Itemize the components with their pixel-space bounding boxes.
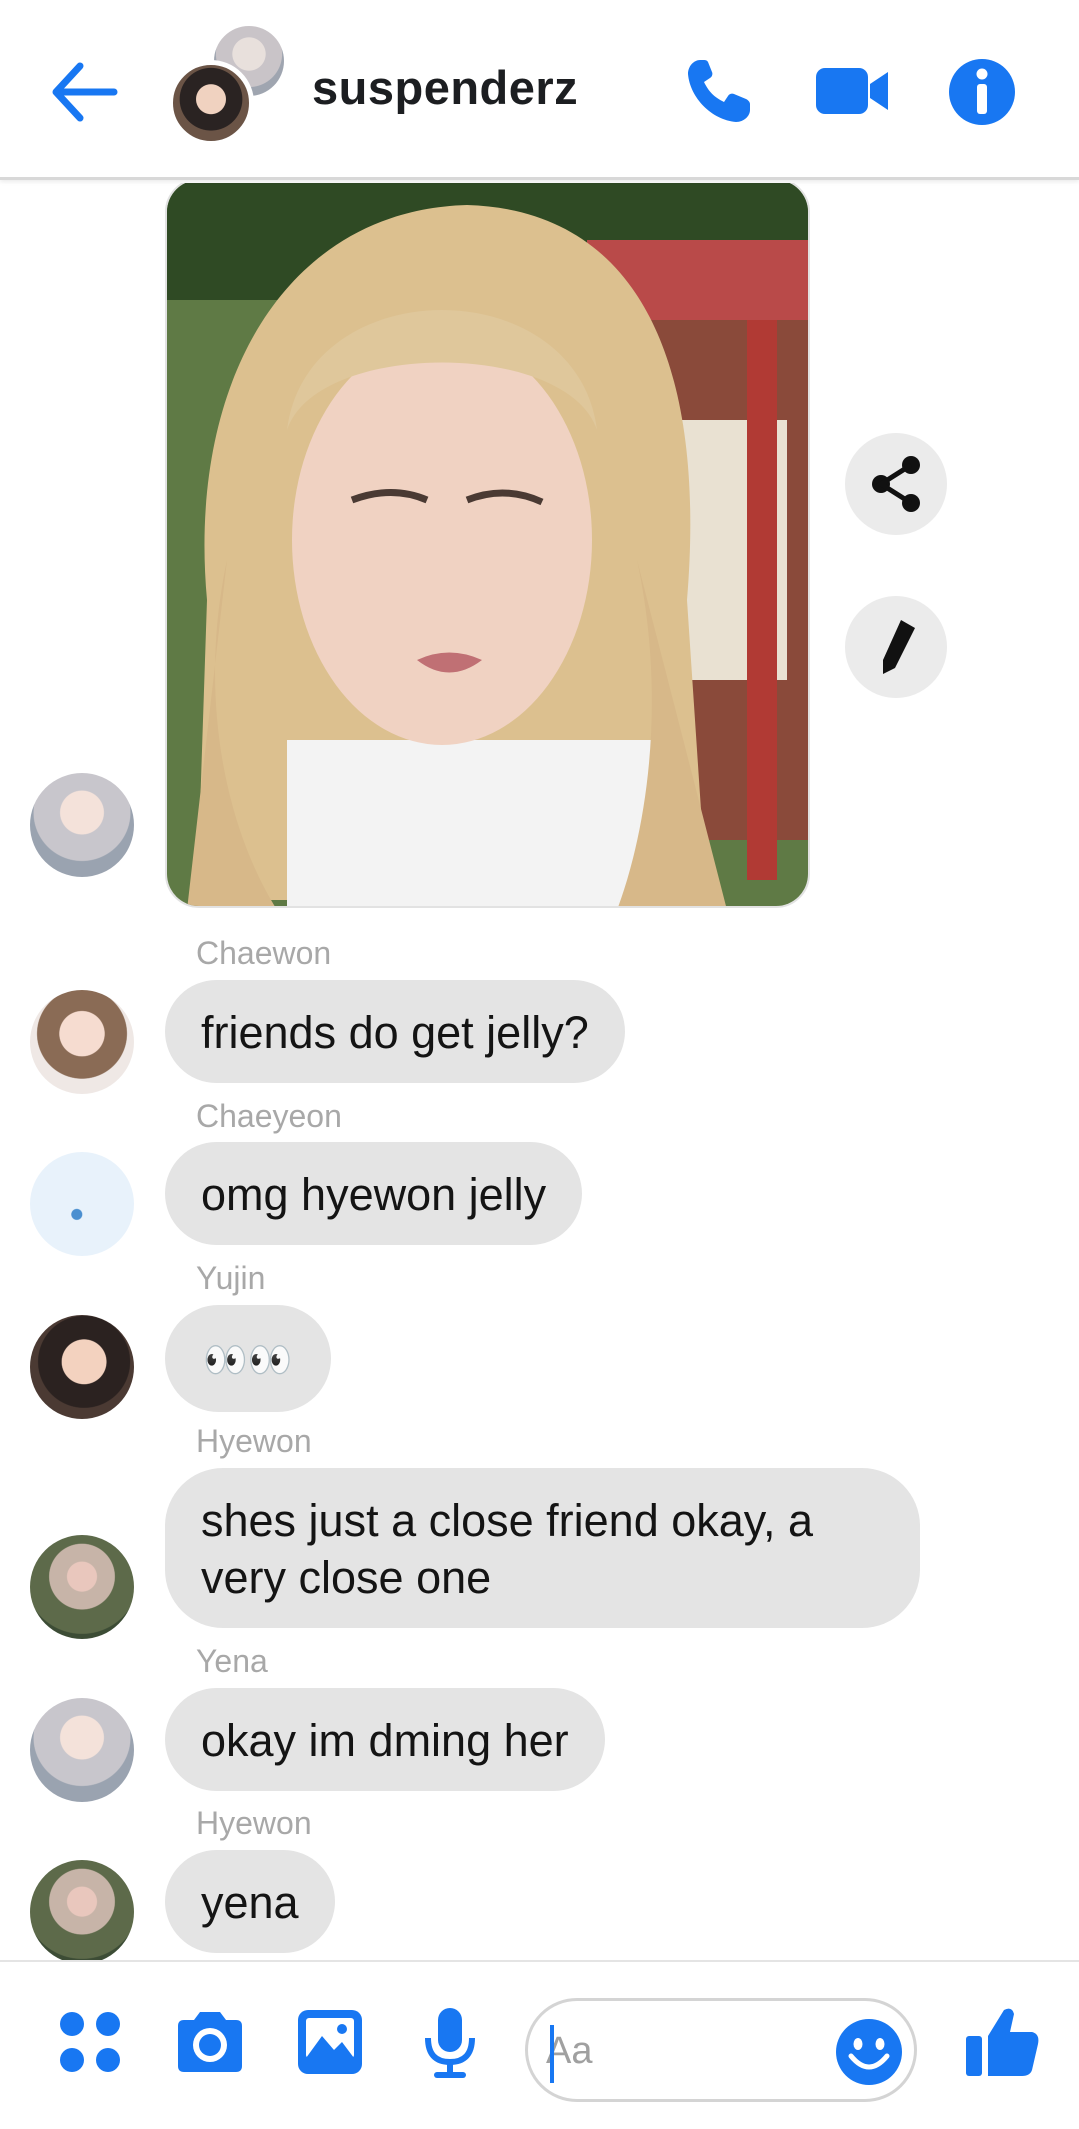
message-bubble[interactable]: friends do get jelly? (165, 980, 625, 1083)
share-button[interactable] (845, 433, 947, 535)
emoji-icon[interactable] (833, 2016, 905, 2088)
message-input[interactable] (546, 2021, 806, 2081)
thumbs-up-icon[interactable] (960, 2000, 1044, 2084)
avatar[interactable] (30, 1315, 134, 1419)
avatar[interactable] (30, 1152, 134, 1256)
sender-name: Chaeyeon (196, 1098, 342, 1134)
message-list[interactable]: Chaewon friends do get jelly? Chaeyeon o… (0, 183, 1079, 1960)
back-arrow-icon[interactable] (48, 56, 120, 128)
message-bubble[interactable]: okay im dming her (165, 1688, 605, 1791)
message-composer (0, 1960, 1079, 2129)
message-line: very close one (201, 1552, 492, 1603)
edit-photo-button[interactable] (845, 596, 947, 698)
message-line: shes just a close friend okay, a (201, 1495, 813, 1546)
avatar[interactable] (30, 1535, 134, 1639)
video-call-icon[interactable] (812, 52, 892, 132)
sender-name: Chaewon (196, 935, 332, 971)
sender-name: Yujin (196, 1260, 266, 1296)
conversation-title[interactable]: suspenderz (312, 60, 578, 115)
info-icon[interactable] (942, 52, 1022, 132)
sender-name: Hyewon (196, 1805, 312, 1841)
camera-icon[interactable] (170, 2002, 250, 2082)
avatar[interactable] (30, 773, 134, 877)
share-icon (872, 456, 920, 512)
more-apps-icon[interactable] (50, 2002, 130, 2082)
edit-icon (883, 620, 915, 674)
phone-icon[interactable] (678, 52, 758, 132)
message-bubble[interactable]: yena (165, 1850, 335, 1953)
message-bubble[interactable]: 👀👀 (165, 1305, 331, 1412)
conversation-header: suspenderz (0, 0, 1079, 180)
message-bubble[interactable]: omg hyewon jelly (165, 1142, 583, 1245)
text-cursor (550, 2025, 554, 2083)
message-bubble[interactable]: shes just a close friend okay, a very cl… (165, 1468, 920, 1628)
avatar[interactable] (30, 1860, 134, 1960)
message-input-wrapper[interactable] (525, 1998, 917, 2102)
sender-name: Yena (196, 1643, 268, 1679)
group-avatar[interactable] (168, 26, 288, 146)
microphone-icon[interactable] (410, 2002, 490, 2082)
avatar[interactable] (30, 1698, 134, 1802)
avatar[interactable] (30, 990, 134, 1094)
gallery-icon[interactable] (290, 2002, 370, 2082)
shared-photo[interactable] (165, 183, 810, 908)
sender-name: Hyewon (196, 1423, 312, 1459)
group-avatar-member (168, 60, 254, 146)
